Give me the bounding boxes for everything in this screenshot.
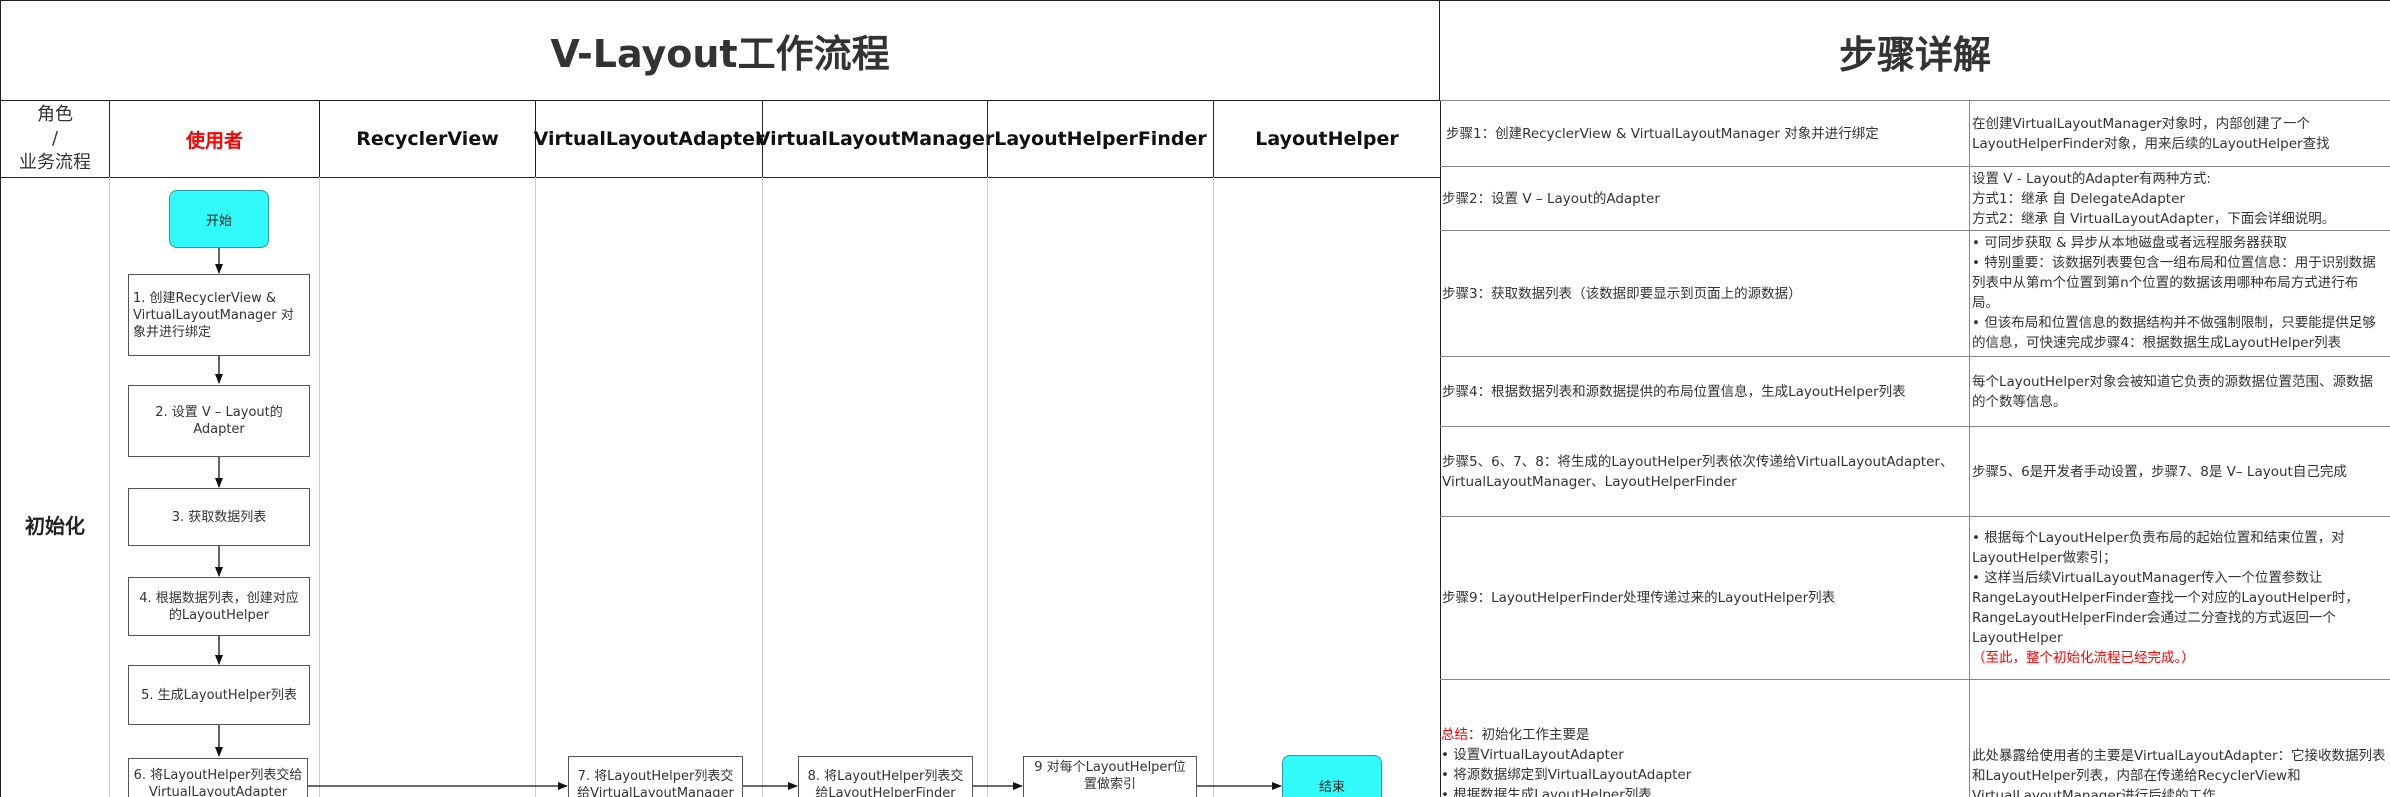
detail-step-3: 步骤3：获取数据列表（该数据即要显示到页面上的源数据） bbox=[1442, 285, 1802, 302]
detail-desc-4-line: 的个数等信息。 bbox=[1972, 393, 2067, 410]
summary-line: • 设置VirtualLayoutAdapter bbox=[1441, 747, 1624, 763]
summary-line: • 根据数据生成LayoutHelper列表 bbox=[1441, 787, 1652, 797]
detail-desc-2-line: 方式1：继承 自 DelegateAdapter bbox=[1972, 190, 2185, 207]
detail-desc-3-line: 的信息，可快速完成步骤4：根据数据生成LayoutHelper列表 bbox=[1972, 335, 2342, 351]
detail-desc-1-line: LayoutHelperFinder对象，用来后续的LayoutHelper查找 bbox=[1972, 135, 2330, 152]
detail-desc-1: 在创建VirtualLayoutManager对象时，内部创建了一个 Layou… bbox=[1970, 101, 2390, 166]
step8-box: 8. 将LayoutHelper列表交给LayoutHelperFinder bbox=[798, 756, 973, 797]
step6-box: 6. 将LayoutHelper列表交给VirtualLayoutAdapter bbox=[128, 758, 308, 797]
step3-box: 3. 获取数据列表 bbox=[128, 488, 310, 546]
detail-desc-6-line: RangeLayoutHelperFinder会通过二分查找的方式返回一个 bbox=[1972, 610, 2336, 626]
summary-label: 总结 bbox=[1441, 727, 1468, 743]
detail-desc-2-line: 设置 V - Layout的Adapter有两种方式: bbox=[1972, 170, 2211, 187]
summary-detail-line: 此处暴露给使用者的主要是VirtualLayoutAdapter：它接收数据列表 bbox=[1972, 748, 2386, 764]
summary-line: • 将源数据绑定到VirtualLayoutAdapter bbox=[1441, 767, 1692, 783]
detail-step-5-line: VirtualLayoutManager、LayoutHelperFinder bbox=[1442, 473, 1737, 490]
summary-block: 总结：初始化工作主要是 • 设置VirtualLayoutAdapter • 将… bbox=[1441, 725, 1965, 797]
summary-detail-line: 和LayoutHelper列表，内部在传递给RecyclerView和 bbox=[1972, 768, 2301, 784]
detail-note: （至此，整个初始化流程已经完成。） bbox=[1972, 650, 2195, 666]
detail-desc-6-line: • 这样当后续VirtualLayoutManager传入一个位置参数让 bbox=[1972, 570, 2323, 586]
detail-desc-6: • 根据每个LayoutHelper负责布局的起始位置和结束位置，对 Layou… bbox=[1970, 517, 2390, 679]
start-node: 开始 bbox=[169, 190, 269, 248]
step7-box: 7. 将LayoutHelper列表交给VirtualLayoutManager bbox=[568, 756, 743, 797]
detail-desc-1-line: 在创建VirtualLayoutManager对象时，内部创建了一个 bbox=[1972, 115, 2311, 132]
detail-step-2: 步骤2：设置 V – Layout的Adapter bbox=[1442, 190, 1660, 207]
detail-desc-2-line: 方式2：继承 自 VirtualLayoutAdapter，下面会详细说明。 bbox=[1972, 210, 2336, 227]
detail-desc-4: 每个LayoutHelper对象会被知道它负责的源数据位置范围、源数据 的个数等… bbox=[1970, 357, 2390, 426]
step9-box: 9 对每个LayoutHelper位置做索引 bbox=[1023, 756, 1197, 797]
detail-desc-6-line: RangeLayoutHelperFinder查找一个对应的LayoutHelp… bbox=[1972, 590, 2359, 606]
detail-desc-4-line: 每个LayoutHelper对象会被知道它负责的源数据位置范围、源数据 bbox=[1972, 373, 2374, 390]
detail-step-5-line: 步骤5、6、7、8：将生成的LayoutHelper列表依次传递给Virtual… bbox=[1442, 453, 1954, 470]
detail-desc-5: 步骤5、6是开发者手动设置，步骤7、8是 V– Layout自己完成 bbox=[1972, 463, 2347, 480]
summary-detail: 此处暴露给使用者的主要是VirtualLayoutAdapter：它接收数据列表… bbox=[1972, 746, 2390, 797]
detail-desc-3-line: 列表中从第m个位置到第n个位置的数据该用哪种布局方式进行布 bbox=[1972, 275, 2359, 291]
detail-step-5: 步骤5、6、7、8：将生成的LayoutHelper列表依次传递给Virtual… bbox=[1440, 427, 1966, 516]
step2-box: 2. 设置 V – Layout的Adapter bbox=[128, 385, 310, 457]
detail-desc-3-line: • 特别重要：该数据列表要包含一组布局和位置信息：用于识别数据 bbox=[1972, 255, 2376, 271]
detail-desc-6-line: LayoutHelper做索引； bbox=[1972, 550, 2117, 566]
summary-intro: ：初始化工作主要是 bbox=[1468, 727, 1590, 743]
step1-box: 1. 创建RecyclerView & VirtualLayoutManager… bbox=[128, 274, 310, 356]
end-node: 结束 bbox=[1282, 755, 1382, 797]
step4-box: 4. 根据数据列表，创建对应的LayoutHelper bbox=[128, 577, 310, 636]
detail-desc-6-line: • 根据每个LayoutHelper负责布局的起始位置和结束位置，对 bbox=[1972, 530, 2345, 546]
detail-step-6: 步骤9：LayoutHelperFinder处理传递过来的LayoutHelpe… bbox=[1442, 590, 1836, 606]
detail-desc-2: 设置 V - Layout的Adapter有两种方式: 方式1：继承 自 Del… bbox=[1970, 167, 2390, 230]
step5-box: 5. 生成LayoutHelper列表 bbox=[128, 665, 310, 725]
detail-step-4: 步骤4：根据数据列表和源数据提供的布局位置信息，生成LayoutHelper列表 bbox=[1442, 383, 1906, 400]
workflow-canvas: V-Layout工作流程 角色 / 业务流程 使用者 RecyclerView … bbox=[0, 0, 2390, 797]
details-title: 步骤详解 bbox=[1440, 0, 2390, 101]
details-row-divider bbox=[1440, 679, 2390, 680]
detail-step-1: 步骤1：创建RecyclerView & VirtualLayoutManage… bbox=[1446, 125, 1879, 142]
detail-desc-6-line: LayoutHelper bbox=[1972, 630, 2063, 646]
detail-desc-3: • 可同步获取 & 异步从本地磁盘或者远程服务器获取 • 特别重要：该数据列表要… bbox=[1970, 229, 2390, 356]
detail-desc-3-line: • 可同步获取 & 异步从本地磁盘或者远程服务器获取 bbox=[1972, 235, 2287, 251]
detail-desc-3-line: 局。 bbox=[1972, 295, 1999, 311]
detail-desc-3-line: • 但该布局和位置信息的数据结构并不做强制限制，只要能提供足够 bbox=[1972, 315, 2376, 331]
summary-detail-line: VirtualLayoutManager进行后续的工作 bbox=[1972, 788, 2216, 797]
